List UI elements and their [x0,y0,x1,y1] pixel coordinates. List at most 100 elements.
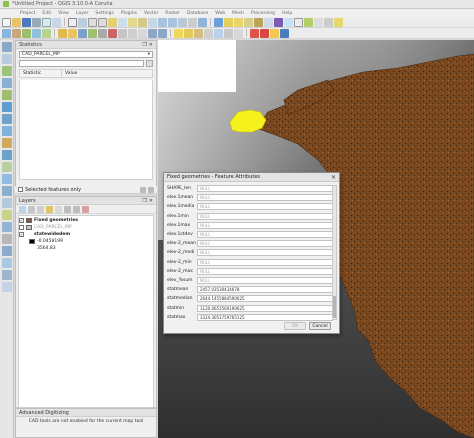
add-xyz-layer-icon[interactable] [1,198,12,208]
menu-vector[interactable]: Vector [144,11,158,16]
menu-processing[interactable]: Processing [251,11,275,16]
field-value[interactable]: 1120.0651560190625 [197,304,333,312]
select-features-icon[interactable] [224,17,233,27]
processing-toolbox-icon[interactable] [280,28,289,38]
statistical-summary-icon[interactable] [284,17,293,27]
refresh-stats-icon[interactable] [140,186,146,193]
python-console-icon[interactable] [250,28,259,38]
menu-view[interactable]: View [58,11,69,16]
new-geopackage-icon[interactable] [12,28,21,38]
layer-item-statewidedem[interactable]: ✓ statewidedem [19,231,153,238]
add-wcs-layer-icon[interactable] [1,150,12,160]
add-db2-icon[interactable] [1,234,12,244]
zoom-selection-icon[interactable] [128,17,137,27]
layer-visibility-checkbox[interactable] [19,225,24,230]
copy-features-icon[interactable] [128,28,137,38]
ok-button[interactable]: OK [284,322,306,330]
zoom-next-icon[interactable] [168,17,177,27]
scrollbar-thumb[interactable] [333,296,336,318]
zoom-out-icon[interactable] [98,17,107,27]
layer-item-fixed-geometries[interactable]: ✓ Fixed geometries [19,217,153,224]
zoom-in-icon[interactable] [88,17,97,27]
open-data-source-manager-icon[interactable] [1,42,12,52]
add-mesh-layer-icon[interactable] [1,78,12,88]
undo-icon[interactable] [148,28,157,38]
show-hide-labels-icon[interactable] [204,28,213,38]
field-value[interactable]: 2644.1455884590625 [197,295,333,303]
field-value[interactable]: NULL [197,203,333,211]
filter-by-expression-icon[interactable] [55,205,62,213]
expand-all-icon[interactable] [64,205,71,213]
toggle-editing-icon[interactable] [68,28,77,38]
layer-item-cad-parcel[interactable]: CAD_PARCEL_MP [19,224,153,231]
print-layout-icon[interactable] [42,17,51,27]
filter-legend-icon[interactable] [46,205,53,213]
menu-mesh[interactable]: Mesh [232,11,244,16]
add-postgis-icon[interactable] [1,114,12,124]
save-as-icon[interactable] [32,17,41,27]
field-value[interactable]: NULL [197,276,333,284]
zoom-native-icon[interactable] [148,17,157,27]
add-group-icon[interactable] [28,205,35,213]
change-label-icon[interactable] [234,28,243,38]
map-tips-icon[interactable] [304,17,313,27]
add-wfs-layer-icon[interactable] [1,162,12,172]
new-project-icon[interactable] [2,17,11,27]
add-vector-layer-icon[interactable] [1,54,12,64]
measure-line-icon[interactable] [294,17,303,27]
stats-options-icon[interactable] [148,186,154,193]
save-project-icon[interactable] [22,17,31,27]
new-temporary-layer-icon[interactable] [42,28,51,38]
paste-features-icon[interactable] [138,28,147,38]
close-icon[interactable]: ✕ [331,174,336,181]
pin-labels-icon[interactable] [194,28,203,38]
refresh-icon[interactable] [198,17,207,27]
field-value[interactable]: NULL [197,185,333,193]
new-bookmark-icon[interactable] [314,17,323,27]
add-mssql-icon[interactable] [1,246,12,256]
layer-visibility-checkbox[interactable]: ✓ [19,232,24,237]
zoom-full-icon[interactable] [118,17,127,27]
add-point-cloud-icon[interactable] [1,282,12,292]
save-edits-icon[interactable] [78,28,87,38]
plugin-icon[interactable] [260,28,269,38]
close-panel-icon[interactable]: ✕ [149,198,153,204]
add-wms-layer-icon[interactable] [1,138,12,148]
menu-project[interactable]: Project [20,11,35,16]
new-memory-layer-icon[interactable] [1,258,12,268]
layer-combo[interactable]: CAD_PARCEL_MP ▾ [19,51,153,58]
add-raster-layer-icon[interactable] [1,66,12,76]
deselect-all-icon[interactable] [244,17,253,27]
menu-help[interactable]: Help [282,11,292,16]
collapse-all-icon[interactable] [73,205,80,213]
dialog-scrollbar[interactable] [332,185,337,320]
expression-button[interactable] [146,60,153,67]
field-value[interactable]: NULL [197,231,333,239]
pan-to-selection-icon[interactable] [78,17,87,27]
field-value[interactable]: NULL [197,212,333,220]
field-value[interactable]: NULL [197,240,333,248]
field-value[interactable]: NULL [197,249,333,257]
menu-raster[interactable]: Raster [165,11,180,16]
vertex-tool-icon[interactable] [98,28,107,38]
style-panel-icon[interactable] [19,205,26,213]
add-polygon-icon[interactable] [88,28,97,38]
select-by-value-icon[interactable] [234,17,243,27]
add-oracle-icon[interactable] [1,222,12,232]
add-gpx-icon[interactable] [1,210,12,220]
float-panel-icon[interactable]: ❐ [142,198,146,204]
open-attribute-table-icon[interactable] [264,17,273,27]
zoom-last-icon[interactable] [158,17,167,27]
field-calculator-icon[interactable] [274,17,283,27]
menu-database[interactable]: Database [187,11,208,16]
current-edits-icon[interactable] [58,28,67,38]
rotate-label-icon[interactable] [224,28,233,38]
field-value[interactable]: NULL [197,221,333,229]
open-project-icon[interactable] [12,17,21,27]
zoom-layer-icon[interactable] [138,17,147,27]
data-source-manager-icon[interactable] [2,28,11,38]
float-panel-icon[interactable]: ❐ [142,42,146,48]
cancel-button[interactable]: Cancel [309,322,331,330]
label-tool-icon[interactable] [174,28,183,38]
layer-visibility-checkbox[interactable]: ✓ [19,218,24,223]
